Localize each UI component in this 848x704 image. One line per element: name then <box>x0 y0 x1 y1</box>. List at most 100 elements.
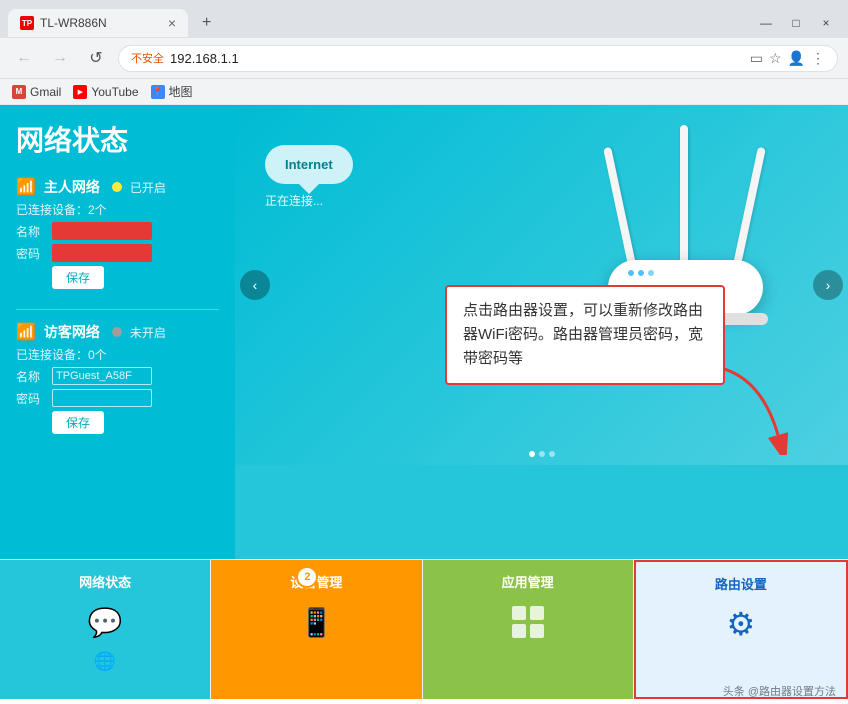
active-tab[interactable]: TP TL-WR886N × <box>8 9 188 37</box>
bottom-navigation: 网络状态 💬 🌐 设备管理 2 📱 应用管理 <box>0 559 848 699</box>
bottom-nav-device-management[interactable]: 设备管理 2 📱 <box>211 560 422 699</box>
bookmark-youtube-label: YouTube <box>91 85 138 99</box>
cloud-shape: Internet <box>265 145 353 184</box>
router-light-3 <box>648 270 654 276</box>
carousel-dots <box>529 451 555 457</box>
guest-wifi-icon: 📶 <box>16 322 36 342</box>
maximize-button[interactable]: □ <box>782 9 810 37</box>
main-network-name-row: 名称 <box>16 222 219 240</box>
router-area: Internet 正在连接... <box>235 105 848 465</box>
tab-bar: TP TL-WR886N × + — □ × <box>0 0 848 38</box>
guest-network-password-row: 密码 <box>16 389 219 407</box>
main-content: Internet 正在连接... <box>235 105 848 559</box>
bottom-nav-app-management[interactable]: 应用管理 <box>423 560 634 699</box>
refresh-button[interactable]: ↺ <box>82 44 110 72</box>
address-icons: ▭ ☆ 👤 ⋮ <box>750 50 825 67</box>
router-light-2 <box>638 270 644 276</box>
bottom-nav-network-status-label: 网络状态 <box>79 572 131 591</box>
wifi-icon: 📶 <box>16 177 36 197</box>
guest-network-name-value: TPGuest_A58F <box>53 368 151 384</box>
bottom-nav-router-settings[interactable]: 路由设置 ⚙ <box>634 560 848 699</box>
chat-icon: 💬 <box>88 606 123 639</box>
bookmark-maps-label: 地图 <box>169 83 193 100</box>
router-lights <box>608 260 763 286</box>
bottom-nav-app-label: 应用管理 <box>502 572 554 591</box>
network-divider <box>16 309 219 310</box>
close-button[interactable]: × <box>812 9 840 37</box>
guest-network-devices: 已连接设备：0个 <box>16 346 219 363</box>
bottom-nav-app-icon-area <box>503 597 553 647</box>
guest-network-name-input[interactable]: TPGuest_A58F <box>52 367 152 385</box>
bookmark-maps[interactable]: 📍 地图 <box>151 83 193 100</box>
cast-icon[interactable]: ▭ <box>750 50 763 67</box>
bottom-nav-device-icon-area: 📱 <box>291 597 341 647</box>
tab-title: TL-WR886N <box>40 16 162 30</box>
main-network-save-button[interactable]: 保存 <box>52 266 104 289</box>
main-network-password-row: 密码 <box>16 244 219 262</box>
back-button[interactable]: ← <box>10 44 38 72</box>
sidebar-title: 网络状态 <box>0 105 235 169</box>
connecting-text: 正在连接... <box>265 192 353 209</box>
main-network-name-input[interactable] <box>52 222 152 240</box>
device-icon: 📱 <box>299 606 334 639</box>
bookmark-gmail[interactable]: M Gmail <box>12 85 61 99</box>
security-icon: 不安全 <box>131 50 164 66</box>
guest-network-save-button[interactable]: 保存 <box>52 411 104 434</box>
cloud-area: Internet 正在连接... <box>265 145 353 209</box>
bookmark-gmail-label: Gmail <box>30 85 61 99</box>
main-network-label: 主人网络 <box>44 177 100 197</box>
new-tab-button[interactable]: + <box>196 8 217 38</box>
main-network-header: 📶 主人网络 已开启 <box>16 177 219 197</box>
main-network-name-label: 名称 <box>16 223 46 240</box>
dot-1 <box>529 451 535 457</box>
guest-network-status-dot <box>112 327 122 337</box>
tab-close-button[interactable]: × <box>168 15 176 31</box>
carousel-next-button[interactable]: › <box>813 270 843 300</box>
minimize-button[interactable]: — <box>752 9 780 37</box>
bottom-nav-router-settings-icon-area: ⚙ <box>716 599 766 649</box>
main-area: 网络状态 📶 主人网络 已开启 已连接设备：2个 名称 密码 <box>0 105 848 559</box>
guest-network-header: 📶 访客网络 未开启 <box>16 322 219 342</box>
antenna-center <box>680 125 688 265</box>
bookmarks-bar: M Gmail ▶ YouTube 📍 地图 <box>0 79 848 105</box>
device-badge: 2 <box>296 566 318 588</box>
bottom-nav-router-settings-label: 路由设置 <box>715 574 767 593</box>
bookmark-icon[interactable]: ☆ <box>769 50 782 67</box>
main-network-status: 已开启 <box>130 179 166 196</box>
menu-icon[interactable]: ⋮ <box>811 50 825 67</box>
antenna-left <box>603 147 636 266</box>
navigation-bar: ← → ↺ 不安全 192.168.1.1 ▭ ☆ 👤 ⋮ <box>0 38 848 79</box>
guest-network-password-input[interactable] <box>52 389 152 407</box>
bottom-nav-network-status-icon-area: 💬 <box>80 597 130 647</box>
sidebar: 网络状态 📶 主人网络 已开启 已连接设备：2个 名称 密码 <box>0 105 235 559</box>
bottom-nav-network-status[interactable]: 网络状态 💬 🌐 <box>0 560 211 699</box>
window-controls: — □ × <box>752 9 840 37</box>
network-status-sub-icons: 🌐 <box>94 651 116 672</box>
address-text: 192.168.1.1 <box>170 51 744 66</box>
watermark: 头条 @路由器设置方法 <box>723 683 836 699</box>
dot-3 <box>549 451 555 457</box>
carousel-prev-button[interactable]: ‹ <box>240 270 270 300</box>
main-network-password-label: 密码 <box>16 245 46 262</box>
tab-favicon: TP <box>20 16 34 30</box>
router-light-1 <box>628 270 634 276</box>
bookmark-youtube[interactable]: ▶ YouTube <box>73 85 138 99</box>
main-network-section: 📶 主人网络 已开启 已连接设备：2个 名称 密码 保存 <box>0 169 235 305</box>
tooltip-text: 点击路由器设置，可以重新修改路由器WiFi密码。路由器管理员密码，宽带密码等 <box>463 299 707 371</box>
guest-network-name-row: 名称 TPGuest_A58F <box>16 367 219 385</box>
guest-network-label: 访客网络 <box>44 322 100 342</box>
guest-network-name-label: 名称 <box>16 368 46 385</box>
main-network-password-input[interactable] <box>52 244 152 262</box>
guest-network-status: 未开启 <box>130 324 166 341</box>
profile-icon[interactable]: 👤 <box>788 50 805 67</box>
guest-network-section: 📶 访客网络 未开启 已连接设备：0个 名称 TPGuest_A58F 密码 保… <box>0 314 235 450</box>
antenna-right <box>733 147 766 266</box>
main-network-devices: 已连接设备：2个 <box>16 201 219 218</box>
browser-window: TP TL-WR886N × + — □ × ← → ↺ 不安全 192.168… <box>0 0 848 105</box>
globe-icon: 🌐 <box>94 651 116 672</box>
guest-network-password-label: 密码 <box>16 390 46 407</box>
forward-button[interactable]: → <box>46 44 74 72</box>
main-network-status-dot <box>112 182 122 192</box>
settings-gear-icon: ⚙ <box>727 605 756 643</box>
address-bar[interactable]: 不安全 192.168.1.1 ▭ ☆ 👤 ⋮ <box>118 45 838 72</box>
